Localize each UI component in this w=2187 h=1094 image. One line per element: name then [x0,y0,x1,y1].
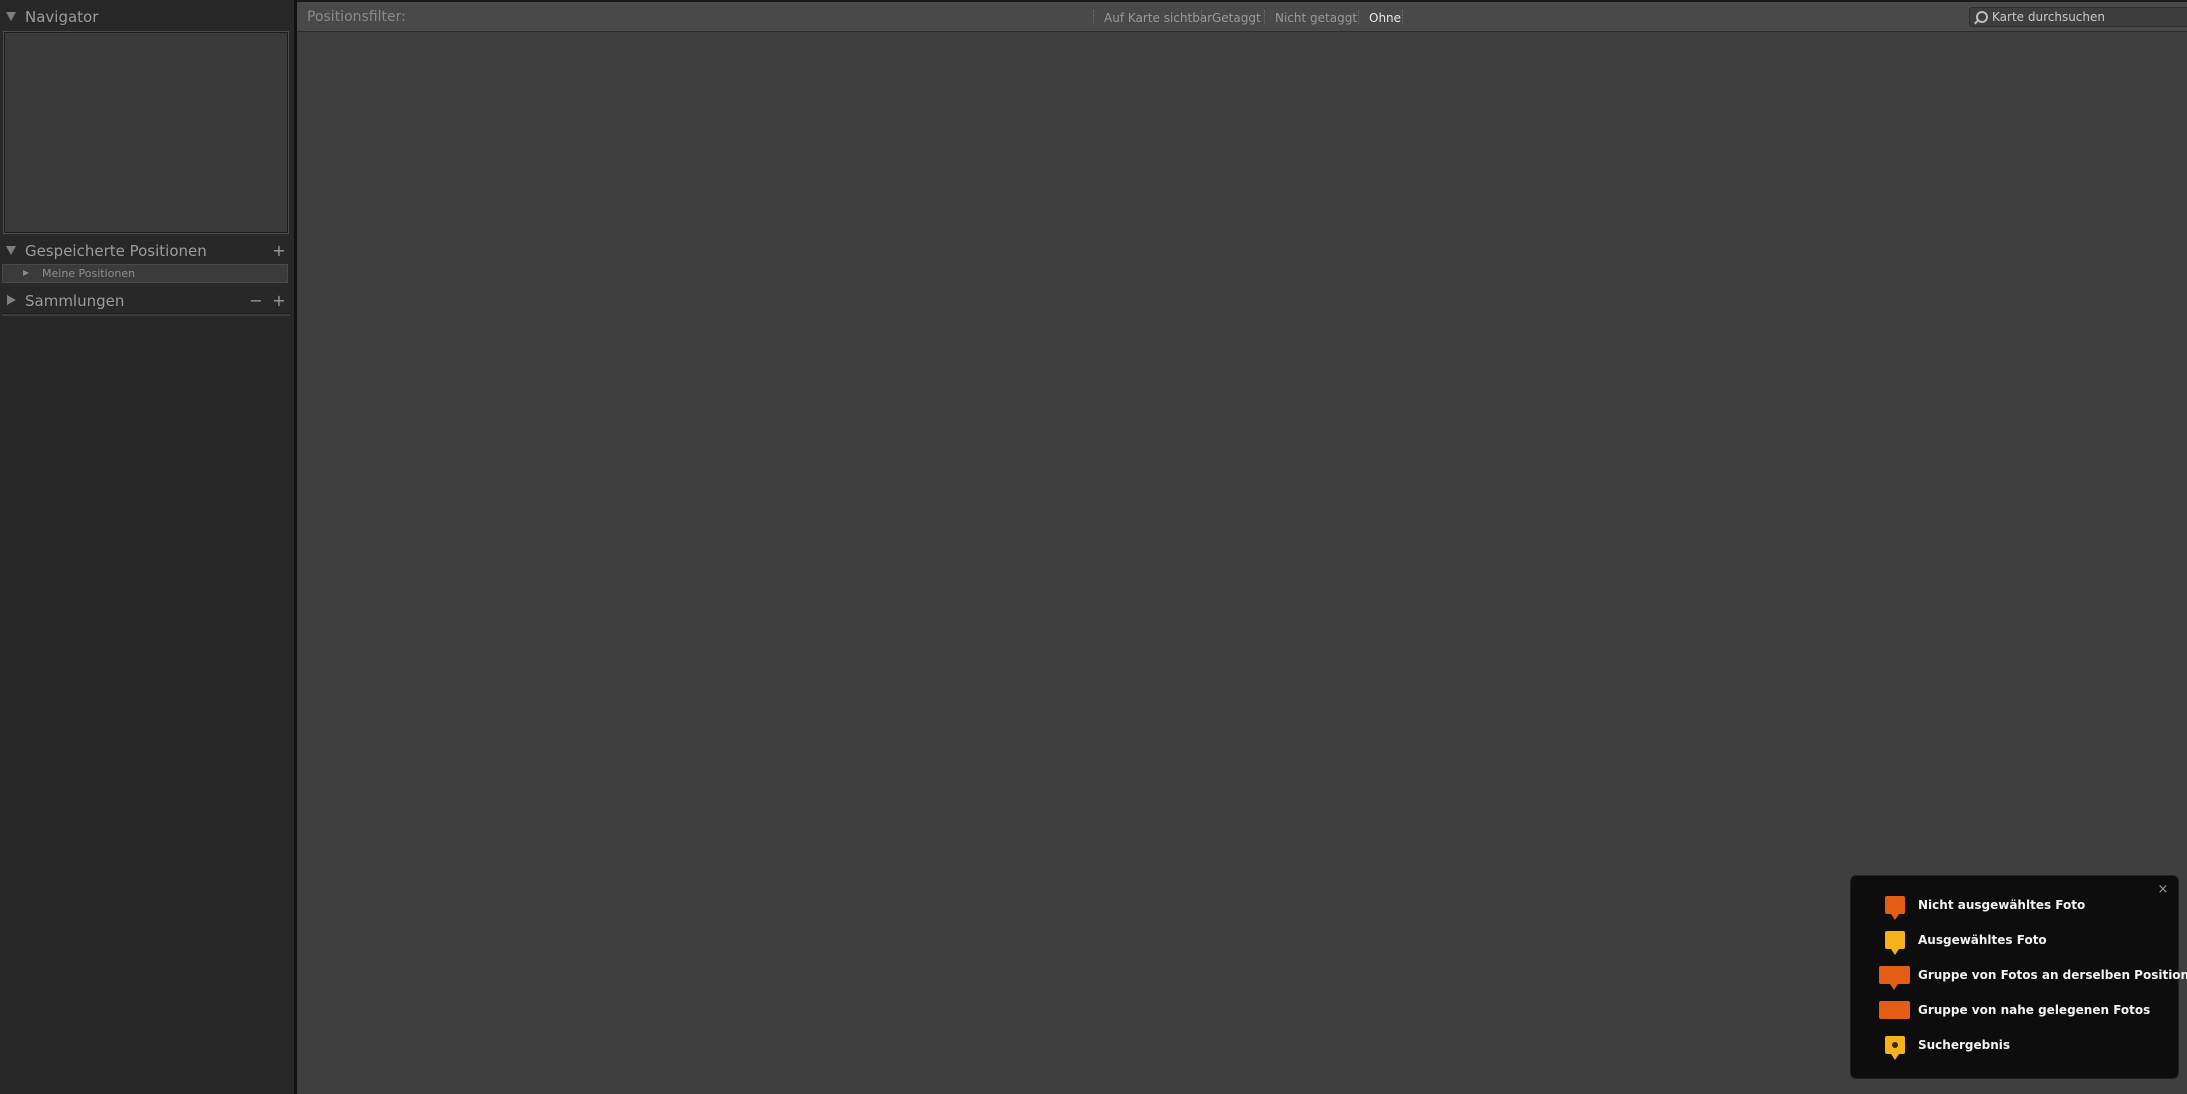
filter-separator [1093,10,1095,24]
search-icon [1976,11,1988,23]
filter-visible-on-map[interactable]: Auf Karte sichtbar [1104,11,1212,25]
legend-label: Suchergebnis [1918,1038,2011,1052]
navigator-title: Navigator [25,8,99,26]
location-filter-bar: Positionsfilter: Auf Karte sichtbar Geta… [297,0,2187,32]
saved-positions-header[interactable]: Gespeicherte Positionen + [0,236,294,266]
collapse-triangle-icon[interactable] [6,246,16,255]
legend-item: Suchergebnis [1851,1032,2178,1062]
collections-title: Sammlungen [25,292,125,310]
filter-separator [1402,10,1404,24]
legend-item: Gruppe von nahe gelegenen Fotos [1851,997,2178,1027]
saved-position-folder-label: Meine Positionen [42,267,136,280]
filter-separator [1358,10,1360,24]
map-legend: × Nicht ausgewähltes Foto Ausgewähltes F… [1851,876,2187,1078]
filter-separator [1201,10,1203,24]
legend-item: Nicht ausgewähltes Foto [1851,892,2178,922]
filter-label: Positionsfilter: [307,9,406,25]
legend-item: Ausgewähltes Foto [1851,927,2178,957]
left-panel: Navigator Gespeicherte Positionen + Mein… [0,0,297,1094]
legend-label: Ausgewähltes Foto [1918,933,2047,947]
legend-label: Gruppe von nahe gelegenen Fotos [1918,1003,2151,1017]
filter-separator [1264,10,1266,24]
navigator-header[interactable]: Navigator [0,2,294,32]
saved-position-folder[interactable]: Meine Positionen [2,264,288,283]
remove-collection-button[interactable]: − [248,293,264,309]
map-search-box[interactable] [1969,7,2187,27]
filter-tagged[interactable]: Getaggt [1212,11,1261,25]
add-saved-position-button[interactable]: + [271,243,287,259]
app-window: Navigator Gespeicherte Positionen + Mein… [0,0,2187,1094]
collapse-triangle-icon[interactable] [6,12,16,21]
filter-untagged[interactable]: Nicht getaggt [1275,11,1357,25]
legend-item: Gruppe von Fotos an derselben Position [1851,962,2187,992]
map-search-input[interactable] [1992,9,2187,25]
legend-label: Gruppe von Fotos an derselben Position [1918,968,2187,982]
expand-triangle-icon[interactable] [7,295,16,305]
legend-label: Nicht ausgewähltes Foto [1918,898,2086,912]
add-collection-button[interactable]: + [271,293,287,309]
navigator-preview[interactable] [3,31,289,234]
expand-triangle-icon[interactable] [23,270,29,276]
filter-none[interactable]: Ohne [1369,11,1401,25]
saved-positions-title: Gespeicherte Positionen [25,242,207,260]
collections-header[interactable]: Sammlungen − + [0,286,294,316]
panel-divider [2,313,290,316]
